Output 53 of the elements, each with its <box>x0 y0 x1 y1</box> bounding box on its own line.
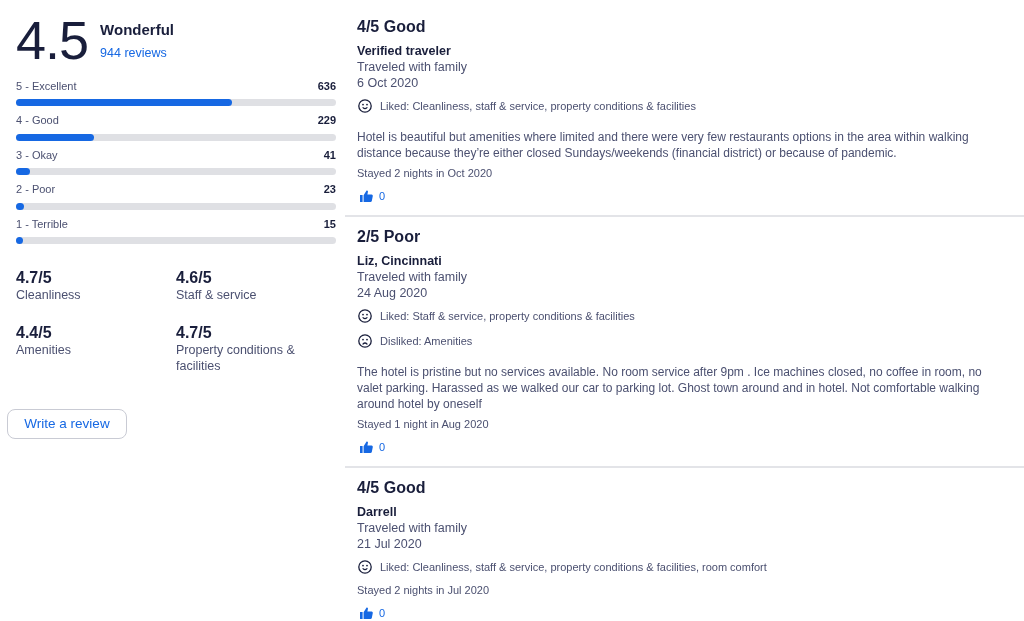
rating-bar-label: 2 - Poor <box>16 182 56 198</box>
stay-info: Stayed 2 nights in Oct 2020 <box>357 166 494 181</box>
rating-count: 41 <box>323 147 336 163</box>
helpful-button[interactable]: 0 <box>357 605 390 621</box>
review-rating: 4/5 Good <box>357 478 427 498</box>
thumbs-up-icon <box>360 607 373 619</box>
feedback-text: Liked: Staff & service, property conditions & facilities <box>380 309 635 324</box>
smiley-face-icon <box>358 99 372 113</box>
category-label: Amenities <box>16 342 72 358</box>
write-review-button[interactable]: Write a review <box>7 409 127 439</box>
category-score: 4.4/5 <box>16 324 53 342</box>
rating-label: Wonderful <box>100 20 174 40</box>
feedback-text: Liked: Cleanliness, staff & service, property conditions & facilities, room comfort <box>380 560 767 575</box>
rating-bar-label: 1 - Terrible <box>16 216 68 232</box>
review-text: The hotel is pristine but no services available. No room service after 9pm . Ice machines closed, no coffee in room, no valet parking. Harassed as we walked our car to parking lot. Ghost town around and in hotel. Not comfortable walking around hotel by oneself <box>357 364 983 412</box>
thumbs-up-icon <box>360 190 373 202</box>
helpful-button[interactable]: 0 <box>357 188 390 204</box>
trip-type: Traveled with family <box>357 520 468 536</box>
review-date: 24 Aug 2020 <box>357 285 429 301</box>
rating-count: 636 <box>317 78 336 94</box>
rating-count: 229 <box>317 113 336 129</box>
smiley-face-icon <box>358 309 372 323</box>
category-score: 4.6/5 <box>176 269 213 287</box>
rating-bar-label: 5 - Excellent <box>16 78 77 94</box>
stay-info: Stayed 2 nights in Jul 2020 <box>357 583 491 598</box>
review-rating: 4/5 Good <box>357 17 427 37</box>
feedback-text: Disliked: Amenities <box>380 334 473 349</box>
category-label: Staff & service <box>176 287 258 303</box>
review-rating: 2/5 Poor <box>357 227 422 247</box>
rating-count: 23 <box>323 182 336 198</box>
rating-bar-label: 3 - Okay <box>16 147 58 163</box>
review-text: Hotel is beautiful but amenities where limited and there were very few restaurants options in the area within walking distance because they’re either closed Sundays/weekends (financial district) or because of pandemic. <box>357 129 970 161</box>
category-score: 4.7/5 <box>176 324 213 342</box>
reviews-link[interactable]: 944 reviews <box>100 45 167 61</box>
rating-bar-label: 4 - Good <box>16 113 59 129</box>
category-label: Property conditions & facilities <box>176 342 296 374</box>
trip-type: Traveled with family <box>357 59 468 75</box>
category-label: Cleanliness <box>16 287 82 303</box>
overall-score: 4.5 <box>16 13 89 67</box>
review-date: 21 Jul 2020 <box>357 536 423 552</box>
reviewer-name: Verified traveler <box>357 43 452 59</box>
category-score: 4.7/5 <box>16 269 53 287</box>
stay-info: Stayed 1 night in Aug 2020 <box>357 417 490 432</box>
sad-face-icon <box>358 334 372 348</box>
feedback-text: Liked: Cleanliness, staff & service, property conditions & facilities <box>380 99 696 114</box>
reviewer-name: Liz, Cincinnati <box>357 253 443 269</box>
helpful-button[interactable]: 0 <box>357 439 390 455</box>
trip-type: Traveled with family <box>357 269 468 285</box>
thumbs-up-icon <box>360 441 373 453</box>
rating-count: 15 <box>323 216 336 232</box>
reviewer-name: Darrell <box>357 504 398 520</box>
review-date: 6 Oct 2020 <box>357 75 420 91</box>
smiley-face-icon <box>358 560 372 574</box>
